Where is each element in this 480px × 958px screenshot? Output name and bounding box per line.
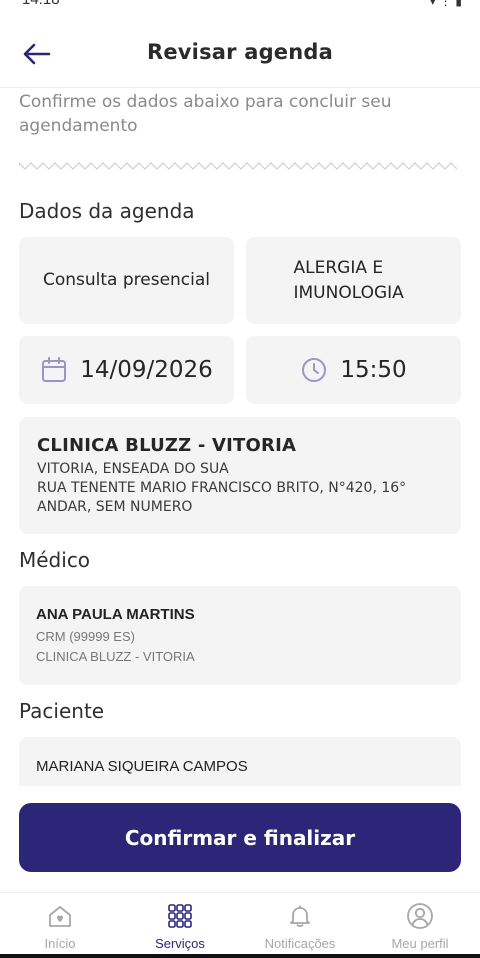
time-card: 15:50 [246,336,461,404]
nav-label-servicos: Serviços [155,936,205,951]
patient-name: MARIANA SIQUEIRA CAMPOS [36,758,248,775]
section-title-schedule: Dados da agenda [19,199,195,223]
status-icons: ▾ ⋮ ▮ [429,0,462,8]
specialty-card: ALERGIA E IMUNOLOGIA [246,237,461,324]
date-card: 14/09/2026 [19,336,234,404]
section-title-doctor: Médico [19,548,91,572]
status-time: 14:18 [22,0,60,8]
clock-icon [302,358,327,382]
nav-label-inicio: Início [44,936,76,951]
appointment-time: 15:50 [340,357,407,383]
intro-text: Confirme os dados abaixo para concluir s… [19,92,392,136]
grid-dots-icon [166,902,194,930]
clinic-name: CLINICA BLUZZ - VITORIA [37,435,297,456]
nav-item-servicos[interactable]: Serviços [120,893,240,958]
nav-item-notificacoes[interactable]: Notificações [240,893,360,958]
bottom-nav: Início Serviços Notificações Meu perfil [0,892,480,958]
home-heart-icon [46,902,74,930]
system-nav-bar [0,954,480,958]
nav-item-inicio[interactable]: Início [0,893,120,958]
clinic-address: RUA TENENTE MARIO FRANCISCO BRITO, N°420… [37,480,407,515]
page-title: Revisar agenda [146,40,334,64]
nav-label-notificacoes: Notificações [264,936,336,951]
doctor-clinic: CLINICA BLUZZ - VITORIA [36,649,195,664]
clinic-card: CLINICA BLUZZ - VITORIA VITORIA, ENSEADA… [19,417,461,534]
doctor-name: ANA PAULA MARTINS [36,606,195,623]
nav-item-meu-perfil[interactable]: Meu perfil [360,893,480,958]
nav-label-meu-perfil: Meu perfil [391,936,449,951]
bell-icon [286,902,314,930]
section-title-patient: Paciente [19,699,105,723]
doctor-crm: CRM (99999 ES) [36,629,135,644]
zigzag-divider [19,162,458,170]
appointment-date: 14/09/2026 [80,357,213,383]
specialty: ALERGIA E IMUNOLOGIA [293,257,404,303]
calendar-icon [42,357,67,382]
clinic-district: VITORIA, ENSEADA DO SUA [37,461,229,477]
doctor-card: ANA PAULA MARTINS CRM (99999 ES) CLINICA… [19,586,461,685]
appointment-type: Consulta presencial [42,270,211,290]
confirm-button[interactable]: Confirmar e finalizar [19,803,461,872]
app-header: Revisar agenda [0,10,480,88]
appointment-type-card: Consulta presencial [19,237,234,324]
status-bar: 14:18 ▾ ⋮ ▮ [0,0,480,10]
user-circle-icon [406,902,434,930]
